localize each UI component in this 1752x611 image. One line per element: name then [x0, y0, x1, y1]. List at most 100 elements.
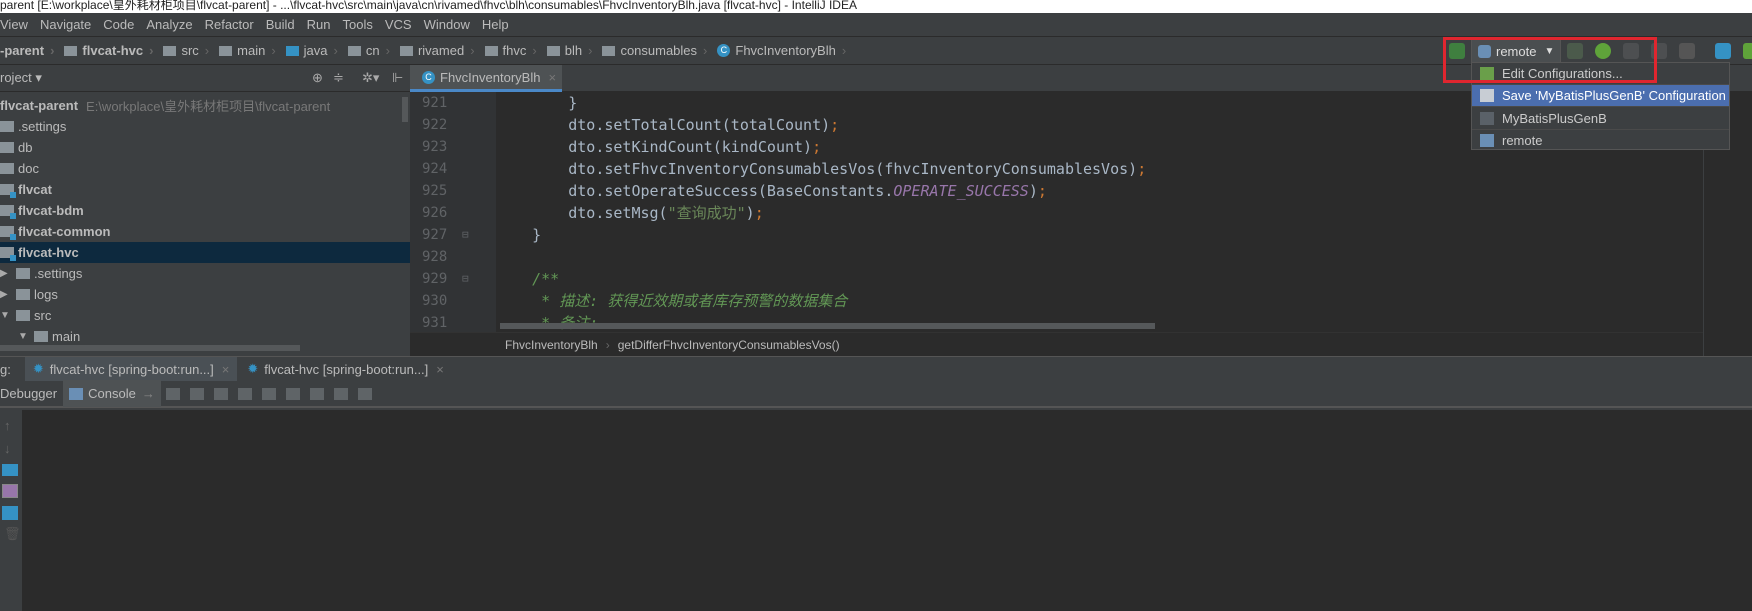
- scroll-to-end-icon[interactable]: [2, 484, 18, 498]
- crumb-fhvc[interactable]: fhvc ›: [479, 43, 537, 58]
- code-line: dto.setFhvcInventoryConsumablesVos(fhvcI…: [496, 158, 1146, 180]
- remote-config-icon: [1480, 134, 1494, 147]
- crumb-main[interactable]: main ›: [213, 43, 276, 58]
- menu-navigate[interactable]: Navigate: [40, 17, 91, 32]
- code-text: }: [496, 94, 578, 112]
- crumb-java[interactable]: java ›: [280, 43, 338, 58]
- semicolon: ;: [812, 138, 822, 156]
- step-over-icon[interactable]: [189, 387, 204, 400]
- menu-tools[interactable]: Tools: [343, 17, 373, 32]
- console-output[interactable]: [22, 410, 1752, 611]
- close-icon[interactable]: ×: [222, 362, 230, 377]
- stop-icon[interactable]: [1679, 43, 1696, 59]
- menu-view[interactable]: View: [0, 17, 28, 32]
- debug-session-tab[interactable]: ✹ flvcat-hvc [spring-boot:run...] ×: [239, 356, 452, 382]
- code-line: dto.setKindCount(kindCount);: [496, 136, 1146, 158]
- crumb-consumables[interactable]: consumables ›: [596, 43, 707, 58]
- crumb-parent[interactable]: -parent ›: [0, 43, 54, 58]
- evaluate-icon[interactable]: [333, 387, 348, 400]
- tree-item[interactable]: .settings: [0, 116, 410, 137]
- crumb-blh[interactable]: blh ›: [541, 43, 592, 58]
- fold-icon[interactable]: ⊟: [462, 228, 469, 241]
- code-text: dto.setOperateSuccess(BaseConstants.: [496, 182, 894, 200]
- step-out-icon[interactable]: [261, 387, 276, 400]
- down-icon[interactable]: ↓: [4, 441, 18, 456]
- tree-item[interactable]: flvcat-common: [0, 221, 410, 242]
- tree-item[interactable]: ▶ logs: [0, 284, 410, 305]
- drop-frame-icon[interactable]: [285, 387, 300, 400]
- crumb-label: flvcat-hvc: [82, 43, 144, 58]
- hide-icon[interactable]: ⊩: [392, 70, 403, 86]
- menu-vcs[interactable]: VCS: [385, 17, 412, 32]
- module-icon: [64, 45, 78, 56]
- print-icon[interactable]: [2, 506, 18, 520]
- tree-item[interactable]: ▼ src: [0, 305, 410, 326]
- expand-arrow-icon[interactable]: ▼: [18, 331, 28, 342]
- tree-item[interactable]: flvcat: [0, 179, 410, 200]
- tree-item[interactable]: db: [0, 137, 410, 158]
- semicolon: ;: [1037, 182, 1047, 200]
- tab-debugger[interactable]: Debugger: [0, 386, 63, 401]
- crumb-label: cn: [365, 43, 380, 58]
- spring-boot-icon: ✹: [247, 361, 259, 376]
- menu-run[interactable]: Run: [307, 17, 331, 32]
- tree-item[interactable]: flvcat-bdm: [0, 200, 410, 221]
- menu-build[interactable]: Build: [266, 17, 295, 32]
- crumb-src[interactable]: src ›: [157, 43, 209, 58]
- menu-code[interactable]: Code: [103, 17, 134, 32]
- crumb-method[interactable]: getDifferFhvcInventoryConsumablesVos(): [618, 338, 840, 352]
- semicolon: ;: [1137, 160, 1147, 178]
- show-execution-point-icon[interactable]: [165, 387, 180, 400]
- crumb-cn[interactable]: cn ›: [342, 43, 390, 58]
- module-icon: [0, 226, 16, 240]
- expand-arrow-icon[interactable]: ▼: [0, 310, 10, 321]
- soft-wrap-icon[interactable]: [2, 464, 18, 476]
- vcs-commit-icon[interactable]: [1743, 43, 1752, 59]
- crumb-class[interactable]: FhvcInventoryBlh: [505, 338, 598, 352]
- trash-icon[interactable]: 🗑: [4, 526, 21, 542]
- tab-fhvcinventoryblh[interactable]: C FhvcInventoryBlh ×: [410, 65, 562, 92]
- tab-console[interactable]: Console →: [63, 380, 161, 407]
- collapse-icon[interactable]: ≑: [333, 70, 344, 86]
- expand-arrow-icon[interactable]: ▶: [0, 268, 10, 279]
- project-view-selector[interactable]: roject ▾: [0, 70, 42, 86]
- tree-item[interactable]: ▼ main: [0, 326, 410, 347]
- spring-boot-icon: ✹: [32, 361, 44, 376]
- step-into-icon[interactable]: [213, 387, 228, 400]
- layout-icon[interactable]: [357, 387, 372, 400]
- menu-item-save-configuration[interactable]: Save 'MyBatisPlusGenB' Configuration: [1472, 85, 1729, 107]
- menu-item-mybatisplusgenb[interactable]: MyBatisPlusGenB: [1472, 107, 1729, 130]
- up-icon[interactable]: ↑: [4, 418, 18, 433]
- tree-item-selected[interactable]: flvcat-hvc: [0, 242, 410, 263]
- close-icon[interactable]: ×: [548, 70, 556, 85]
- force-step-into-icon[interactable]: [237, 387, 252, 400]
- menu-item-label: Save 'MyBatisPlusGenB' Configuration: [1502, 88, 1726, 103]
- menu-refactor[interactable]: Refactor: [205, 17, 254, 32]
- editor-hscrollbar[interactable]: [500, 323, 1155, 329]
- expand-arrow-icon[interactable]: ▶: [0, 289, 10, 300]
- string-literal: "查询成功": [667, 204, 746, 222]
- tree-label: doc: [18, 161, 39, 176]
- close-icon[interactable]: ×: [436, 362, 444, 377]
- menu-window[interactable]: Window: [424, 17, 470, 32]
- gear-icon[interactable]: ✲▾: [362, 70, 379, 86]
- menu-help[interactable]: Help: [482, 17, 509, 32]
- crumb-module[interactable]: flvcat-hvc ›: [58, 43, 153, 58]
- tree-item[interactable]: ▶ .settings: [0, 263, 410, 284]
- tree-root[interactable]: flvcat-parent E:\workplace\皇外耗材柜项目\flvcat…: [0, 95, 410, 116]
- tree-hscrollbar[interactable]: [0, 345, 300, 351]
- crumb-class[interactable]: C FhvcInventoryBlh ›: [711, 43, 846, 58]
- tree-item[interactable]: doc: [0, 158, 410, 179]
- menu-analyze[interactable]: Analyze: [146, 17, 192, 32]
- locate-icon[interactable]: ⊕: [312, 70, 323, 86]
- vcs-update-icon[interactable]: [1715, 43, 1732, 59]
- run-to-cursor-icon[interactable]: [309, 387, 324, 400]
- crumb-rivamed[interactable]: rivamed ›: [394, 43, 475, 58]
- menu-item-remote[interactable]: remote: [1472, 130, 1729, 151]
- tree-vscrollbar[interactable]: [402, 97, 408, 122]
- debug-session-tab[interactable]: ✹ flvcat-hvc [spring-boot:run...] ×: [24, 356, 238, 382]
- tree-label: flvcat-bdm: [18, 203, 84, 218]
- tab-label: flvcat-hvc [spring-boot:run...]: [49, 361, 214, 377]
- debug-label: g:: [0, 361, 11, 377]
- fold-icon[interactable]: ⊟: [462, 272, 469, 285]
